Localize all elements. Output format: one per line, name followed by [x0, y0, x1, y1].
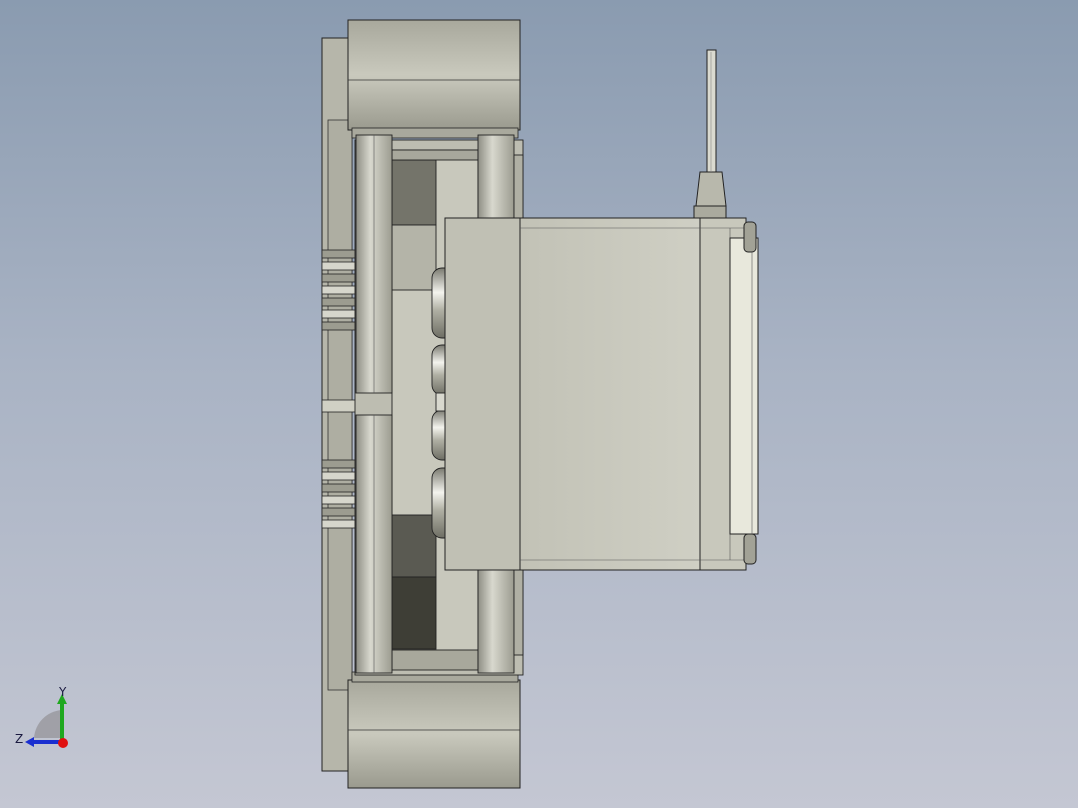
triad-arc — [34, 710, 62, 738]
cable-gland[interactable] — [693, 171, 727, 219]
bottom-housing-cylinder[interactable] — [347, 671, 521, 789]
cad-model-viewport[interactable] — [0, 0, 1078, 808]
cable[interactable] — [706, 49, 717, 173]
triad-y-label: Y — [58, 686, 67, 699]
motor-body[interactable] — [444, 217, 747, 571]
orientation-triad: Y Z — [15, 686, 68, 748]
top-housing-cylinder[interactable] — [347, 19, 521, 139]
motor-end-cap[interactable] — [729, 221, 759, 565]
triad-z-arrow — [25, 737, 34, 747]
triad-x-axis-dot — [58, 738, 68, 748]
triad-z-label: Z — [15, 732, 23, 746]
